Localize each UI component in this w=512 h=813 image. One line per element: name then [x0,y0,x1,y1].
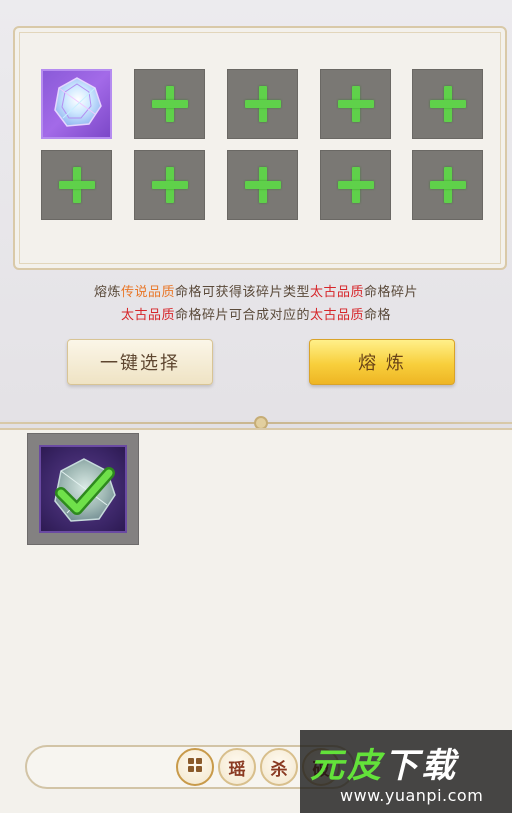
item-frame [39,445,127,533]
refine-slot-9[interactable] [320,150,391,220]
plus-icon [151,86,188,122]
ancient-quality-text: 太古品质 [120,308,175,323]
info-text: 命格可获得该碎片类型 [174,285,310,300]
watermark-title-c: 下载 [384,746,458,786]
refine-slot-5[interactable] [412,69,483,139]
refine-slot-4[interactable] [320,69,391,139]
refine-slot-7[interactable] [134,150,205,220]
refine-slot-panel [13,26,507,270]
plus-icon [151,167,188,203]
plus-icon [244,167,281,203]
one-click-select-button[interactable]: 一键选择 [67,339,213,385]
checkmark-icon [55,465,115,517]
plus-icon [429,167,466,203]
ancient-quality-text: 太古品质 [310,285,365,300]
watermark-title: 元皮下载 [310,738,458,787]
refine-info-line-1: 熔炼传说品质命格可获得该碎片类型太古品质命格碎片 [0,281,512,300]
grid-icon [187,757,203,778]
tab-yao[interactable]: 瑶 [218,748,256,786]
refine-slot-2[interactable] [134,69,205,139]
tab-yao-label: 瑶 [228,759,246,780]
info-text: 命格碎片可合成对应的 [174,308,310,323]
refine-slot-3[interactable] [227,69,298,139]
watermark-logo: 元皮下载 www.yuanpi.com [300,730,512,813]
one-click-select-label: 一键选择 [100,353,180,374]
plus-icon [58,167,95,203]
watermark-url: www.yuanpi.com [340,786,484,805]
refine-button[interactable]: 熔 炼 [309,339,455,385]
refine-slot-1[interactable] [41,69,112,139]
crystal-shard-icon [49,74,105,134]
info-text: 命格 [364,308,392,323]
plus-icon [244,86,281,122]
refine-slot-10[interactable] [412,150,483,220]
tab-sha-label: 杀 [270,759,288,780]
plus-icon [337,86,374,122]
refine-slot-6[interactable] [41,150,112,220]
legend-quality-text: 传说品质 [120,285,175,300]
info-text: 命格碎片 [364,285,419,300]
tab-all[interactable] [176,748,214,786]
watermark-title-a: 元 [310,746,347,786]
ancient-quality-text: 太古品质 [310,308,365,323]
refine-info-line-2: 太古品质命格碎片可合成对应的太古品质命格 [0,304,512,323]
refine-label: 熔 炼 [358,353,406,374]
tab-sha[interactable]: 杀 [260,748,298,786]
inventory-item-selected[interactable] [27,433,139,545]
watermark-title-b: 皮 [347,746,384,786]
info-text: 熔炼 [93,285,121,300]
plus-icon [337,167,374,203]
plus-icon [429,86,466,122]
refine-slot-8[interactable] [227,150,298,220]
